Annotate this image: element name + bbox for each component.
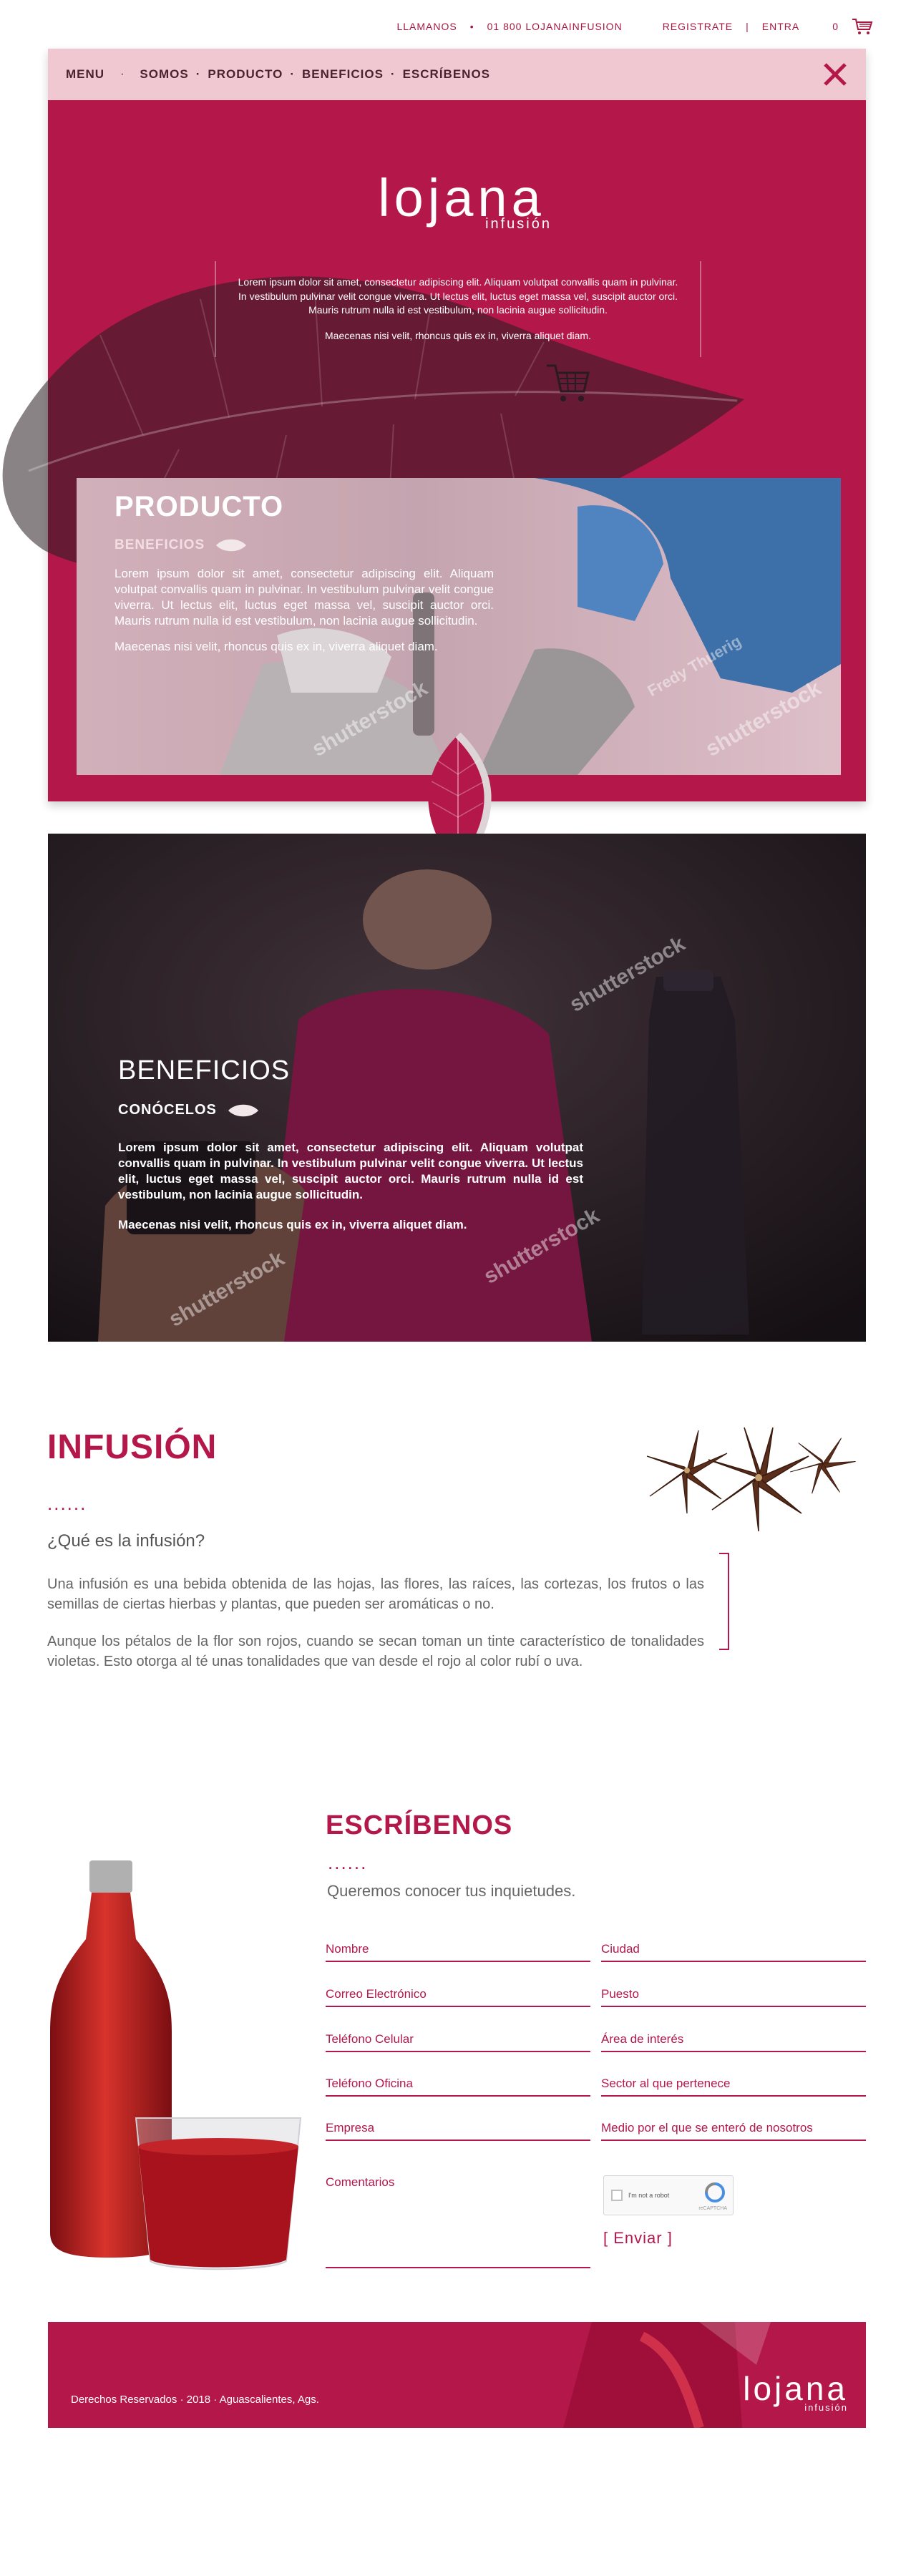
contact-subtitle: Queremos conocer tus inquietudes. (327, 1882, 576, 1900)
separator-dot: • (469, 21, 474, 32)
contact-title: ESCRÍBENOS (326, 1810, 513, 1840)
beneficios-title: BENEFICIOS (118, 1055, 291, 1085)
footer: Derechos Reservados · 2018 · Aguascalien… (48, 2322, 866, 2428)
producto-beneficios-link[interactable]: BENEFICIOS (114, 537, 494, 553)
intro-text: Lorem ipsum dolor sit amet, consectetur … (215, 261, 701, 358)
sector-field[interactable]: Sector al que pertenece (601, 2075, 866, 2097)
hero-frame: MENU · SOMOS · PRODUCTO · BENEFICIOS · E… (2, 49, 866, 801)
nav-links: SOMOS · PRODUCTO · BENEFICIOS · ESCRÍBEN… (140, 67, 491, 82)
call-link[interactable]: LLAMANOS (396, 21, 457, 32)
cart-count: 0 (832, 21, 839, 32)
beneficios-body: Lorem ipsum dolor sit amet, consectetur … (118, 1141, 583, 1232)
email-field[interactable]: Correo Electrónico (326, 1986, 590, 2007)
infusion-question: ¿Qué es la infusión? (47, 1531, 205, 1551)
close-icon[interactable] (822, 62, 848, 87)
footer-rights: Derechos Reservados · 2018 · Aguascalien… (71, 2394, 319, 2406)
separator-pipe: | (746, 21, 749, 32)
phone-link[interactable]: 01 800 LOJANAINFUSION (487, 21, 623, 32)
bottles-image (50, 1860, 302, 2270)
nav-link-escribenos[interactable]: ESCRÍBENOS (403, 67, 490, 82)
city-field[interactable]: Ciudad (601, 1941, 866, 1962)
leaf-icon (228, 1104, 258, 1116)
mobile-phone-field[interactable]: Teléfono Celular (326, 2031, 590, 2052)
menu-button[interactable]: MENU (66, 67, 104, 82)
infusion-text: Una infusión es una bebida obtenida de l… (47, 1576, 704, 1669)
login-link[interactable]: ENTRA (762, 21, 799, 32)
name-field[interactable]: Nombre (326, 1941, 590, 1962)
footer-logo[interactable]: lojana infusión (743, 2372, 848, 2413)
company-field[interactable]: Empresa (326, 2119, 590, 2141)
producto-body: Lorem ipsum dolor sit amet, consectetur … (114, 567, 494, 654)
main-nav: MENU · SOMOS · PRODUCTO · BENEFICIOS · E… (48, 49, 866, 100)
producto-card[interactable]: PRODUCTO BENEFICIOS Lorem ipsum dolor si… (77, 478, 841, 775)
recaptcha-checkbox[interactable] (611, 2190, 623, 2201)
title-dots: ...... (328, 1852, 368, 1873)
cart-icon[interactable] (545, 361, 591, 406)
brand-logo[interactable]: lojana infusión (369, 172, 555, 233)
beneficios-conocelos-link[interactable]: CONÓCELOS (118, 1102, 583, 1118)
beneficios-section[interactable]: BENEFICIOS CONÓCELOS Lorem ipsum dolor s… (48, 834, 866, 1342)
nav-separator: · (120, 68, 125, 80)
nav-link-beneficios[interactable]: BENEFICIOS (302, 67, 384, 82)
leaf-icon (216, 539, 247, 552)
recaptcha-label: I'm not a robot (628, 2192, 670, 2199)
recaptcha-widget[interactable]: I'm not a robot reCAPTCHA (603, 2175, 734, 2215)
infusion-title: INFUSIÓN (47, 1428, 218, 1466)
office-phone-field[interactable]: Teléfono Oficina (326, 2075, 590, 2097)
decorative-bracket (719, 1553, 729, 1650)
recaptcha-brand: reCAPTCHA (698, 2206, 727, 2211)
nav-link-somos[interactable]: SOMOS (140, 67, 188, 82)
register-link[interactable]: REGISTRATE (663, 21, 733, 32)
cart-icon[interactable] (852, 17, 873, 36)
comments-field[interactable]: Comentarios (326, 2175, 590, 2268)
recaptcha-icon (705, 2182, 725, 2202)
star-anise-image (615, 1392, 866, 1563)
position-field[interactable]: Puesto (601, 1986, 866, 2007)
top-bar: LLAMANOS • 01 800 LOJANAINFUSION REGISTR… (396, 16, 873, 37)
title-dots: ...... (47, 1493, 87, 1514)
producto-title: PRODUCTO (114, 491, 284, 522)
nav-link-producto[interactable]: PRODUCTO (208, 67, 283, 82)
beneficios-content: BENEFICIOS CONÓCELOS Lorem ipsum dolor s… (118, 1055, 583, 1233)
pouring-tea-image (563, 2322, 771, 2428)
producto-content: PRODUCTO BENEFICIOS Lorem ipsum dolor si… (114, 491, 494, 655)
interest-area-field[interactable]: Área de interés (601, 2031, 866, 2052)
referral-source-field[interactable]: Medio por el que se enteró de nosotros (601, 2119, 866, 2141)
send-button[interactable]: [ Enviar ] (603, 2229, 673, 2248)
